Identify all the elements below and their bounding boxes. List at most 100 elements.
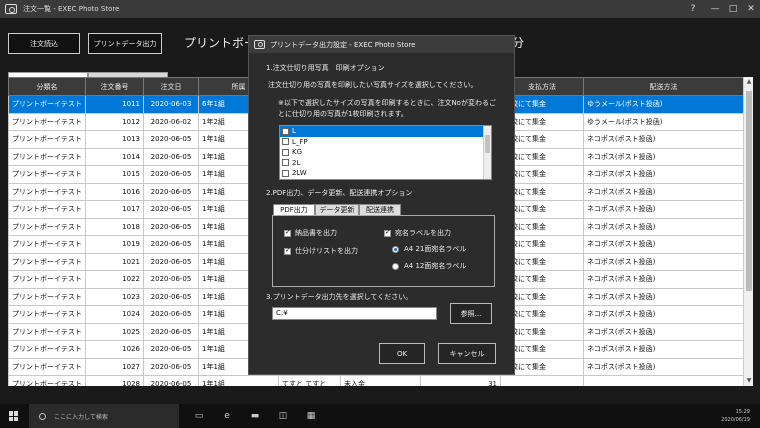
- table-cell: ネコポス(ポスト投函): [583, 182, 743, 201]
- column-header[interactable]: 注文日: [143, 77, 199, 96]
- table-cell: プリントボーイテスト: [8, 305, 86, 324]
- edge-icon[interactable]: e: [219, 408, 235, 424]
- table-cell: プリントボーイテスト: [8, 217, 86, 236]
- dialog-titlebar: プリントデータ出力設定 - EXEC Photo Store: [249, 36, 514, 53]
- table-cell: 2020-06-05: [143, 375, 199, 386]
- table-cell: 1027: [85, 357, 144, 376]
- table-cell: 2020-06-05: [143, 305, 199, 324]
- radio-label: A4 21面宛名ラベル: [404, 245, 467, 253]
- sort-list-checkbox[interactable]: 仕分けリストを出力: [284, 246, 358, 256]
- list-item[interactable]: 2LW: [280, 168, 491, 179]
- table-cell: プリントボーイテスト: [8, 287, 86, 306]
- table-cell: ネコポス(ポスト投函): [583, 322, 743, 341]
- radio-label: A4 12面宛名ラベル: [404, 262, 467, 270]
- table-cell: プリントボーイテスト: [8, 95, 86, 114]
- table-scrollbar[interactable]: ▲ ▼: [743, 77, 753, 386]
- table-row[interactable]: プリントボーイテスト 1028 2020-06-05 1年1組 てすと てすと 未入金 31: [8, 375, 743, 386]
- table-cell: 2020-06-05: [143, 217, 199, 236]
- table-cell: プリントボーイテスト: [8, 235, 86, 254]
- table-cell: 1014: [85, 147, 144, 166]
- print-data-output-button[interactable]: プリントデータ出力: [88, 33, 162, 54]
- list-scroll-thumb[interactable]: [485, 135, 490, 153]
- photo-size-list[interactable]: L L_FP KG 2L 2LW: [279, 125, 492, 180]
- table-cell: プリントボーイテスト: [8, 165, 86, 184]
- column-header[interactable]: 配送方法: [583, 77, 743, 96]
- column-header[interactable]: 注文番号: [85, 77, 144, 96]
- system-clock[interactable]: 15:29 2020/06/19: [721, 408, 750, 424]
- size-checkbox[interactable]: [282, 138, 289, 146]
- table-cell: 1024: [85, 305, 144, 324]
- check-icon: [384, 228, 391, 237]
- section1-note-line1: ※以下で選択したサイズの写真を印刷するときに、注文Noが変わるご: [278, 99, 496, 107]
- list-item[interactable]: L: [280, 126, 491, 137]
- window-titlebar: 注文一覧 - EXEC Photo Store ? — □ ✕: [0, 0, 760, 18]
- table-cell: ネコポス(ポスト投函): [583, 217, 743, 236]
- list-item[interactable]: KG: [280, 147, 491, 158]
- section3-heading: 3.プリントデータ出力先を選択してください。: [266, 293, 413, 301]
- size-label: 2L: [292, 158, 301, 167]
- table-cell: 2020-06-03: [143, 95, 199, 114]
- a4-21-label-radio[interactable]: A4 21面宛名ラベル: [392, 244, 466, 254]
- calculator-icon[interactable]: ▦: [303, 408, 319, 424]
- section2-heading: 2.PDF出力、データ更新、配送連携オプション: [266, 189, 413, 197]
- size-label: L: [292, 127, 296, 136]
- output-path-field[interactable]: C:¥: [272, 307, 437, 320]
- size-checkbox[interactable]: [282, 148, 289, 156]
- address-label-checkbox[interactable]: 宛名ラベルを出力: [384, 228, 451, 238]
- table-cell: プリントボーイテスト: [8, 322, 86, 341]
- table-cell: 2020-06-05: [143, 252, 199, 271]
- table-cell: 2020-06-02: [143, 112, 199, 131]
- size-checkbox[interactable]: [282, 169, 289, 177]
- table-cell: 1022: [85, 270, 144, 289]
- task-view-icon[interactable]: ▭: [191, 408, 207, 424]
- a4-12-label-radio[interactable]: A4 12面宛名ラベル: [392, 261, 466, 271]
- close-icon[interactable]: ✕: [740, 0, 760, 18]
- scroll-down-icon[interactable]: ▼: [744, 376, 754, 386]
- size-checkbox[interactable]: [282, 159, 289, 167]
- browse-button[interactable]: 参照...: [450, 303, 492, 324]
- section1-heading: 1.注文仕切り用写真 印刷オプション: [266, 64, 385, 72]
- taskbar-search[interactable]: ここに入力して検索: [29, 404, 179, 428]
- list-scrollbar[interactable]: [483, 126, 491, 179]
- load-orders-button[interactable]: 注文読込: [8, 33, 80, 54]
- folder-icon[interactable]: ▬: [247, 408, 263, 424]
- check-icon: [284, 246, 291, 255]
- table-cell: 1年1組: [198, 375, 279, 386]
- scroll-thumb[interactable]: [746, 91, 752, 291]
- size-checkbox[interactable]: [282, 127, 289, 135]
- delivery-note-checkbox[interactable]: 納品書を出力: [284, 228, 337, 238]
- table-cell: ネコポス(ポスト投函): [583, 165, 743, 184]
- radio-dot: [392, 262, 399, 270]
- table-cell: 1018: [85, 217, 144, 236]
- scroll-up-icon[interactable]: ▲: [744, 77, 754, 87]
- help-icon[interactable]: ?: [682, 0, 704, 18]
- table-cell: 1015: [85, 165, 144, 184]
- clock-time: 15:29: [735, 409, 750, 415]
- table-cell: 1028: [85, 375, 144, 386]
- table-cell: プリントボーイテスト: [8, 112, 86, 131]
- print-output-settings-dialog: プリントデータ出力設定 - EXEC Photo Store 1.注文仕切り用写…: [248, 35, 515, 375]
- store-icon[interactable]: ◫: [275, 408, 291, 424]
- table-cell: 1023: [85, 287, 144, 306]
- cancel-button[interactable]: キャンセル: [438, 343, 496, 364]
- size-label: L_FP: [292, 137, 308, 146]
- table-cell: ネコポス(ポスト投函): [583, 287, 743, 306]
- column-header[interactable]: 分類名: [8, 77, 86, 96]
- table-cell: 1025: [85, 322, 144, 341]
- list-item[interactable]: 2L: [280, 158, 491, 169]
- table-cell: ネコポス(ポスト投函): [583, 357, 743, 376]
- table-cell: 1026: [85, 340, 144, 359]
- table-cell: 未入金: [340, 375, 421, 386]
- table-cell: プリントボーイテスト: [8, 130, 86, 149]
- windows-start-icon[interactable]: [9, 411, 19, 421]
- table-cell: 1012: [85, 112, 144, 131]
- radio-dot: [392, 245, 399, 253]
- ok-button[interactable]: OK: [379, 343, 425, 364]
- table-cell: 2020-06-05: [143, 357, 199, 376]
- window-title: 注文一覧 - EXEC Photo Store: [23, 5, 120, 13]
- checkbox-label: 宛名ラベルを出力: [395, 229, 451, 237]
- checkbox-label: 納品書を出力: [295, 229, 337, 237]
- table-cell: 2020-06-05: [143, 165, 199, 184]
- list-item[interactable]: L_FP: [280, 137, 491, 148]
- camera-icon: [5, 4, 17, 14]
